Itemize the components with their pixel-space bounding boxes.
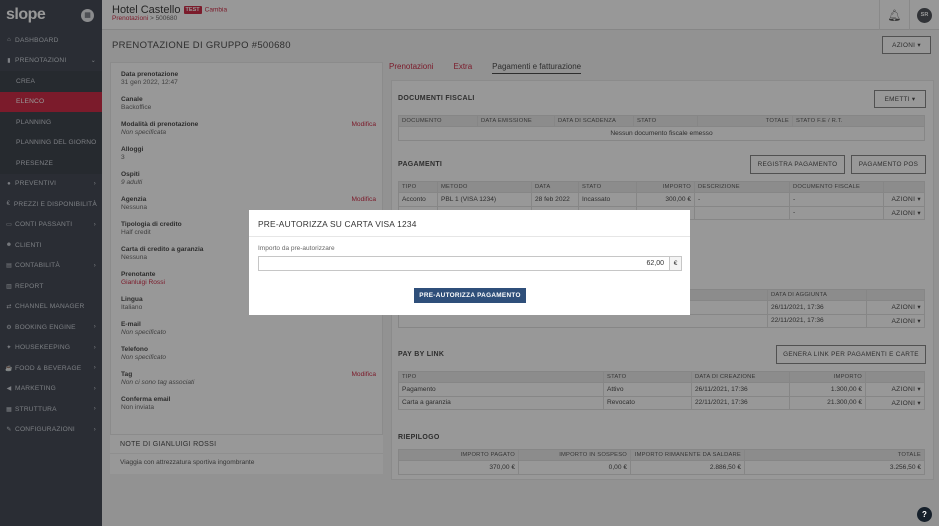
preauthorize-button[interactable]: PRE-AUTORIZZA PAGAMENTO	[414, 288, 526, 303]
amount-label: Importo da pre-autorizzare	[258, 245, 335, 252]
amount-input[interactable]: 62,00	[258, 256, 670, 271]
help-button[interactable]: ?	[917, 507, 932, 522]
currency-addon: €	[670, 256, 682, 271]
preauth-modal: PRE-AUTORIZZA SU CARTA VISA 1234 Importo…	[249, 210, 690, 315]
modal-divider	[249, 236, 690, 237]
modal-title: PRE-AUTORIZZA SU CARTA VISA 1234	[258, 219, 417, 229]
